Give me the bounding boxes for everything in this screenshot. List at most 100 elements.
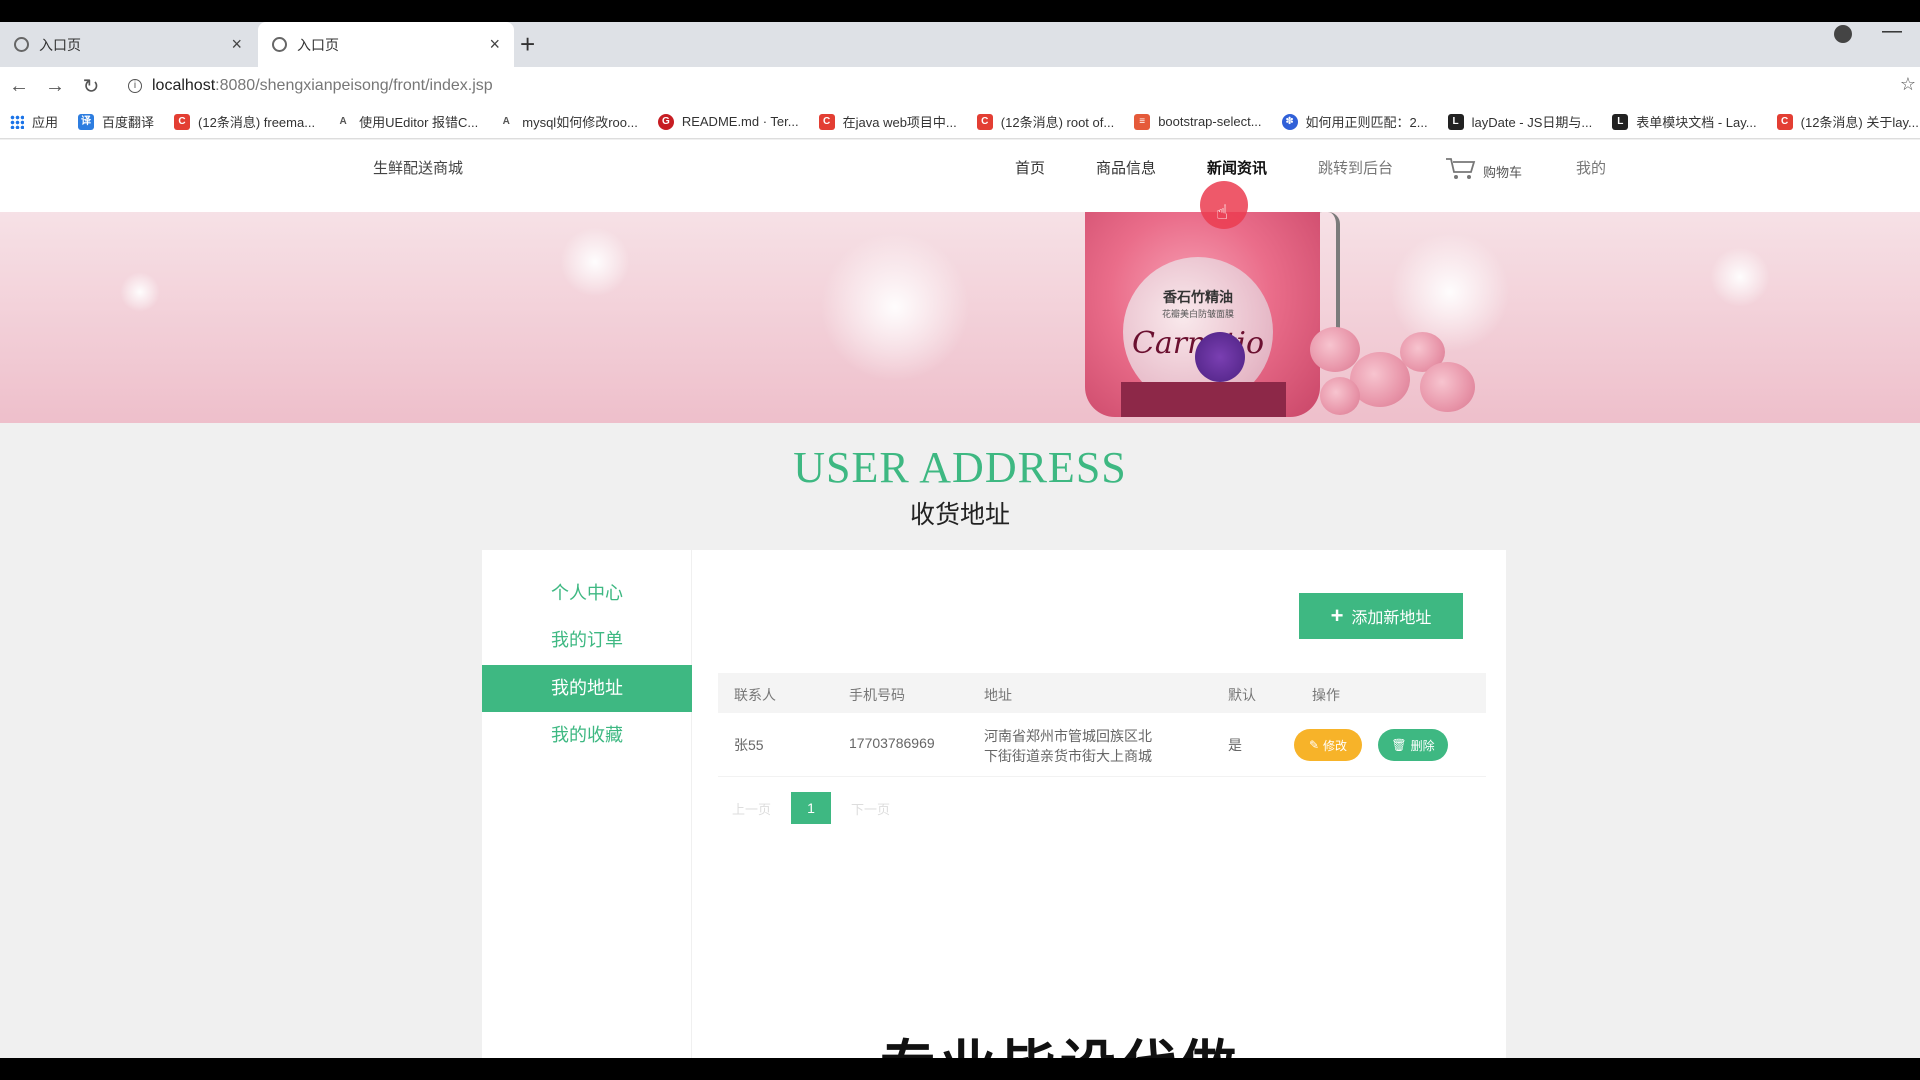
bookmark-item[interactable]: LlayDate - JS日期与... [1447, 112, 1593, 131]
bookmark-item[interactable]: C (12条消息) 关于lay... [1776, 112, 1919, 131]
column-header: 联系人 [734, 687, 776, 703]
rose-image [1320, 377, 1360, 415]
product-name: 香石竹精油 [1163, 289, 1233, 305]
globe-icon [272, 37, 287, 52]
bookmark-label: mysql如何修改roo... [522, 115, 638, 130]
table-header: 联系人 手机号码 地址 默认 操作 [718, 673, 1486, 713]
column-header: 地址 [984, 687, 1012, 703]
baidu-translate-icon: 译 [78, 113, 95, 130]
bookmark-label: layDate - JS日期与... [1471, 115, 1593, 130]
browser-tab[interactable]: 入口页 × [0, 22, 256, 67]
add-address-button[interactable]: + 添加新地址 [1299, 593, 1463, 639]
bookmark-item[interactable]: ✽ 如何用正则匹配：2... [1281, 112, 1428, 131]
pagination: 上一页 1 下一页 [718, 792, 910, 824]
bookmark-label: 应用 [32, 115, 59, 130]
cart-label: 购物车 [1483, 165, 1523, 180]
bokeh-light [1390, 232, 1510, 352]
page-icon: A [335, 113, 352, 130]
prev-page-link[interactable]: 上一页 [732, 799, 771, 818]
nav-admin[interactable]: 跳转到后台 [1318, 157, 1393, 178]
bookmark-item[interactable]: G README.md · Ter... [657, 113, 799, 130]
layui-icon: L [1612, 113, 1629, 130]
csdn-icon: C [174, 113, 191, 130]
bookmark-item[interactable]: 译百度翻译 [78, 112, 154, 131]
sidebar-item-orders[interactable]: 我的订单 [482, 617, 692, 664]
reload-icon[interactable]: ↻ [74, 74, 108, 99]
column-header: 操作 [1312, 687, 1340, 703]
sidebar-item-favorites[interactable]: 我的收藏 [482, 712, 692, 759]
csdn-icon: C [1776, 113, 1793, 130]
edit-button[interactable]: ✎ 修改 [1294, 729, 1362, 761]
bookmark-label: 百度翻译 [102, 115, 155, 130]
close-icon[interactable]: × [231, 34, 242, 55]
bookmark-star-icon[interactable]: ☆ [1900, 74, 1916, 95]
hero-banner: 香石竹精油 花瓣美白防皱面膜 Carnatio [0, 212, 1920, 423]
new-tab-plus-icon[interactable]: + [520, 22, 535, 67]
phone-cell: 17703786969 [849, 735, 935, 751]
forward-arrow-icon[interactable]: → [38, 75, 72, 98]
delete-button[interactable]: 🗑 删除 [1378, 729, 1448, 761]
nav-products[interactable]: 商品信息 [1096, 157, 1156, 178]
hand-cursor-icon: ☝ [1216, 202, 1229, 224]
tab-title: 入口页 [39, 36, 81, 53]
site-header: 生鲜配送商城 首页 商品信息 新闻资讯 跳转到后台 购物车 我的 [0, 140, 1920, 212]
rose-image [1420, 362, 1475, 412]
bokeh-light [560, 227, 630, 297]
cart-link[interactable]: 购物车 [1445, 154, 1522, 181]
bookmark-item[interactable]: C (12条消息) root of... [976, 112, 1115, 131]
jar-band [1121, 382, 1286, 417]
bokeh-light [1710, 247, 1770, 307]
bookmark-label: 在java web项目中... [842, 115, 957, 130]
address-bar[interactable]: localhost:8080/shengxianpeisong/front/in… [152, 77, 493, 95]
bookmark-item[interactable]: L 表单模块文档 - Lay... [1612, 112, 1757, 131]
bookmark-item[interactable]: C (12条消息) freema... [174, 112, 315, 131]
user-sidebar: 个人中心 我的订单 我的地址 我的收藏 [482, 550, 692, 1060]
plus-icon: + [1330, 603, 1344, 628]
bookmark-label: 如何用正则匹配：2... [1305, 115, 1428, 130]
column-header: 手机号码 [849, 687, 905, 703]
browser-toolbar: ← → ↻ i localhost:8080/shengxianpeisong/… [0, 67, 1920, 105]
next-page-link[interactable]: 下一页 [851, 799, 890, 818]
browser-tab-active[interactable]: 入口页 × [258, 22, 514, 67]
nav-news[interactable]: 新闻资讯 [1207, 157, 1267, 178]
tab-title: 入口页 [297, 36, 339, 53]
default-cell: 是 [1228, 737, 1242, 753]
nav-me[interactable]: 我的 [1576, 157, 1606, 178]
section-title: USER ADDRESS [793, 443, 1127, 492]
bookmark-apps[interactable]: 应用 [10, 112, 58, 131]
bookmark-item[interactable]: A 使用UEditor 报错C... [335, 112, 478, 131]
sidebar-item-address[interactable]: 我的地址 [482, 665, 692, 712]
bookmark-item[interactable]: Amysql如何修改roo... [498, 112, 638, 131]
browser-tab-strip: 入口页 × 入口页 × [0, 22, 1920, 67]
apps-grid-icon [10, 114, 24, 129]
bookmarks-bar: 应用 译百度翻译 C (12条消息) freema... A 使用UEditor 报… [0, 105, 1920, 139]
bookmark-label: bootstrap-select... [1158, 114, 1262, 129]
site-logo[interactable]: 生鲜配送商城 [373, 157, 463, 178]
nav-home[interactable]: 首页 [1015, 157, 1045, 178]
rose-image [1310, 327, 1360, 372]
minimize-icon[interactable]: — [1882, 20, 1902, 43]
page-number-current[interactable]: 1 [791, 792, 832, 824]
info-icon[interactable]: i [128, 79, 142, 93]
os-bottom-bar [0, 1058, 1920, 1080]
address-cell: 河南省郑州市管城回族区北下街街道亲货市街大上商城 [984, 728, 1152, 764]
bookmark-label: README.md · Ter... [681, 114, 799, 129]
sidebar-item-profile[interactable]: 个人中心 [482, 570, 692, 617]
product-jar-image: 香石竹精油 花瓣美白防皱面膜 Carnatio [1085, 212, 1320, 417]
bookmark-item[interactable]: C 在java web项目中... [818, 112, 957, 131]
url-path: :8080/shengxianpeisong/front/index.jsp [215, 77, 493, 94]
url-host: localhost [152, 77, 216, 94]
section-subtitle: 收货地址 [909, 501, 1010, 529]
account-icon[interactable] [1834, 25, 1852, 43]
address-table: 联系人 手机号码 地址 默认 操作 张55 17703786969 河南省郑州市… [718, 673, 1486, 777]
product-subtitle: 花瓣美白防皱面膜 [1161, 309, 1234, 319]
bookmark-label: (12条消息) root of... [1000, 115, 1115, 130]
bokeh-light [120, 272, 160, 312]
layui-icon: L [1447, 113, 1464, 130]
bookmark-item[interactable]: ≡ bootstrap-select... [1134, 113, 1262, 130]
bookmark-label: (12条消息) 关于lay... [1800, 115, 1919, 130]
back-arrow-icon[interactable]: ← [2, 75, 36, 98]
gitee-icon: G [657, 113, 674, 130]
cart-icon [1446, 157, 1476, 179]
close-icon[interactable]: × [489, 34, 500, 55]
